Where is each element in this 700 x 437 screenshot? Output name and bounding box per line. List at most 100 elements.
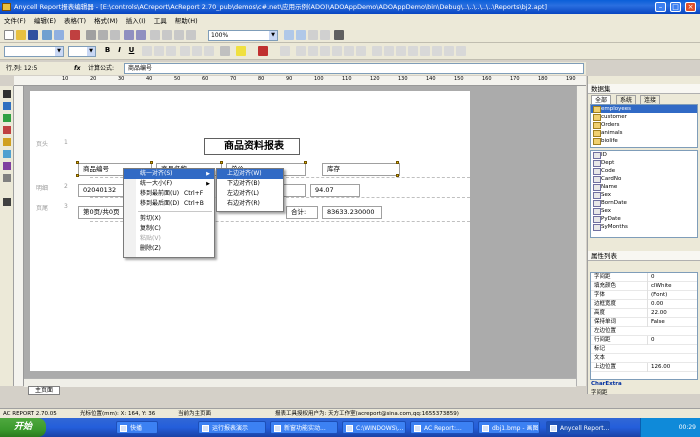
tab-connection[interactable]: 连接	[640, 95, 661, 104]
menu-item-size[interactable]: 统一大小(F) ▶	[124, 179, 214, 189]
data-cell-price[interactable]: 94.07	[310, 184, 360, 197]
close-button[interactable]: ×	[685, 2, 696, 12]
tab-system[interactable]: 系统	[616, 95, 637, 104]
tab-all[interactable]: 全部	[591, 95, 612, 104]
taskbar-item[interactable]: 快播	[116, 421, 158, 434]
selection-handle[interactable]	[76, 161, 79, 164]
list-item[interactable]: Code	[591, 167, 697, 175]
selection-handle[interactable]	[76, 174, 79, 177]
menu-item-send-back[interactable]: 移到最后面(D) Ctrl+B	[124, 199, 214, 209]
valign-top-icon[interactable]	[180, 46, 190, 56]
selection-handle[interactable]	[150, 161, 153, 164]
list-item[interactable]: ID	[591, 151, 697, 159]
property-row[interactable]: 边框宽度 0.00	[591, 300, 697, 309]
property-row[interactable]: 填充颜色 clWhite	[591, 282, 697, 291]
align-right-icon[interactable]	[166, 46, 176, 56]
bold-button[interactable]: B	[102, 45, 113, 56]
diagonal-icon[interactable]	[372, 46, 382, 56]
ungroup-icon[interactable]	[186, 30, 196, 40]
align-icon[interactable]	[150, 30, 160, 40]
font-size-select[interactable]: ▼	[68, 46, 96, 57]
selection-handle[interactable]	[396, 161, 399, 164]
list-item[interactable]: animals	[591, 129, 697, 137]
font-color-icon[interactable]	[258, 46, 268, 56]
list-item[interactable]: customer	[591, 113, 697, 121]
table-icon[interactable]	[308, 30, 318, 40]
align-center-icon[interactable]	[154, 46, 164, 56]
list-item[interactable]: BornDate	[591, 199, 697, 207]
taskbar-item[interactable]: dbj1.bmp - 画图	[478, 421, 540, 434]
preview-icon[interactable]	[54, 30, 64, 40]
border-left-icon[interactable]	[320, 46, 330, 56]
menu-item-delete[interactable]: 删除(Z)	[124, 244, 214, 254]
list-item[interactable]: SyMonths	[591, 223, 697, 231]
zoom-select[interactable]: 100% ▼	[208, 30, 278, 41]
copy-icon[interactable]	[98, 30, 108, 40]
menu-tools[interactable]: 工具	[150, 14, 171, 28]
line4-icon[interactable]	[432, 46, 442, 56]
menu-item-bring-front[interactable]: 移到最前面(U) Ctrl+F	[124, 189, 214, 199]
list-item[interactable]: biolife	[591, 137, 697, 145]
border-all-icon[interactable]	[344, 46, 354, 56]
property-row[interactable]: 保持单词 False	[591, 318, 697, 327]
property-row[interactable]: 上边位置 126.00	[591, 363, 697, 372]
menu-item-align[interactable]: 统一对齐(S) ▶	[124, 169, 214, 179]
new-icon[interactable]	[4, 30, 14, 40]
property-row[interactable]: 字体 (Font)	[591, 291, 697, 300]
align-left-icon[interactable]	[142, 46, 152, 56]
print-icon[interactable]	[42, 30, 52, 40]
taskbar-item-active[interactable]: Anycell Report...	[546, 421, 610, 434]
minimize-button[interactable]: –	[655, 2, 666, 12]
grid-tool-icon[interactable]	[3, 198, 11, 206]
submenu-item-align-bottom[interactable]: 下边对齐(B)	[217, 179, 283, 189]
submenu-item-align-left[interactable]: 左边对齐(L)	[217, 189, 283, 199]
pointer-tool-icon[interactable]	[3, 90, 11, 98]
border-icon[interactable]	[220, 46, 230, 56]
data-cell-code[interactable]: 02040132	[78, 184, 124, 197]
taskbar-item[interactable]: AC Report:...	[410, 421, 474, 434]
menu-item-copy[interactable]: 复制(C)	[124, 224, 214, 234]
property-row[interactable]: 左边位置	[591, 327, 697, 336]
grid-icon[interactable]	[162, 30, 172, 40]
list-item[interactable]: Name	[591, 183, 697, 191]
sheet-tab-main[interactable]: 主页面	[28, 386, 60, 395]
save-icon[interactable]	[28, 30, 38, 40]
open-icon[interactable]	[16, 30, 26, 40]
underline-button[interactable]: U	[126, 45, 137, 56]
taskbar-item[interactable]: 运行报表演示	[198, 421, 266, 434]
border-right-icon[interactable]	[332, 46, 342, 56]
list-item[interactable]: Sex	[591, 191, 697, 199]
menu-edit[interactable]: 编辑(E)	[30, 14, 60, 28]
group-icon[interactable]	[174, 30, 184, 40]
italic-button[interactable]: I	[114, 45, 125, 56]
menu-file[interactable]: 文件(F)	[0, 14, 30, 28]
valign-middle-icon[interactable]	[192, 46, 202, 56]
border-bottom-icon[interactable]	[308, 46, 318, 56]
clock[interactable]: 00:29	[679, 424, 696, 431]
submenu-item-align-right[interactable]: 右边对齐(R)	[217, 199, 283, 209]
taskbar-item[interactable]: C:\WINDOWS\...	[342, 421, 406, 434]
horizontal-scrollbar[interactable]	[24, 378, 576, 387]
footer-total-label[interactable]: 合计:	[286, 206, 318, 219]
shape-tool-icon[interactable]	[3, 138, 11, 146]
pointer-icon[interactable]	[334, 30, 344, 40]
start-button[interactable]: 开始	[0, 418, 46, 437]
field-tool-icon[interactable]	[3, 114, 11, 122]
border-top-icon[interactable]	[296, 46, 306, 56]
report-title[interactable]: 商品资料报表	[204, 138, 300, 155]
submenu-item-align-top[interactable]: 上边对齐(W)	[217, 169, 283, 179]
vertical-scrollbar[interactable]	[576, 86, 586, 386]
selection-handle[interactable]	[396, 174, 399, 177]
menu-item-cut[interactable]: 剪切(X)	[124, 214, 214, 224]
undo-icon[interactable]	[124, 30, 134, 40]
property-row[interactable]: 字间距 0	[591, 273, 697, 282]
design-icon[interactable]	[70, 30, 80, 40]
property-row[interactable]: 标记	[591, 345, 697, 354]
image-icon[interactable]	[320, 30, 330, 40]
line-style-icon[interactable]	[280, 46, 290, 56]
paste-icon[interactable]	[110, 30, 120, 40]
chart-tool-icon[interactable]	[3, 150, 11, 158]
line-icon[interactable]	[396, 46, 406, 56]
list-item[interactable]: Orders	[591, 121, 697, 129]
line2-icon[interactable]	[408, 46, 418, 56]
